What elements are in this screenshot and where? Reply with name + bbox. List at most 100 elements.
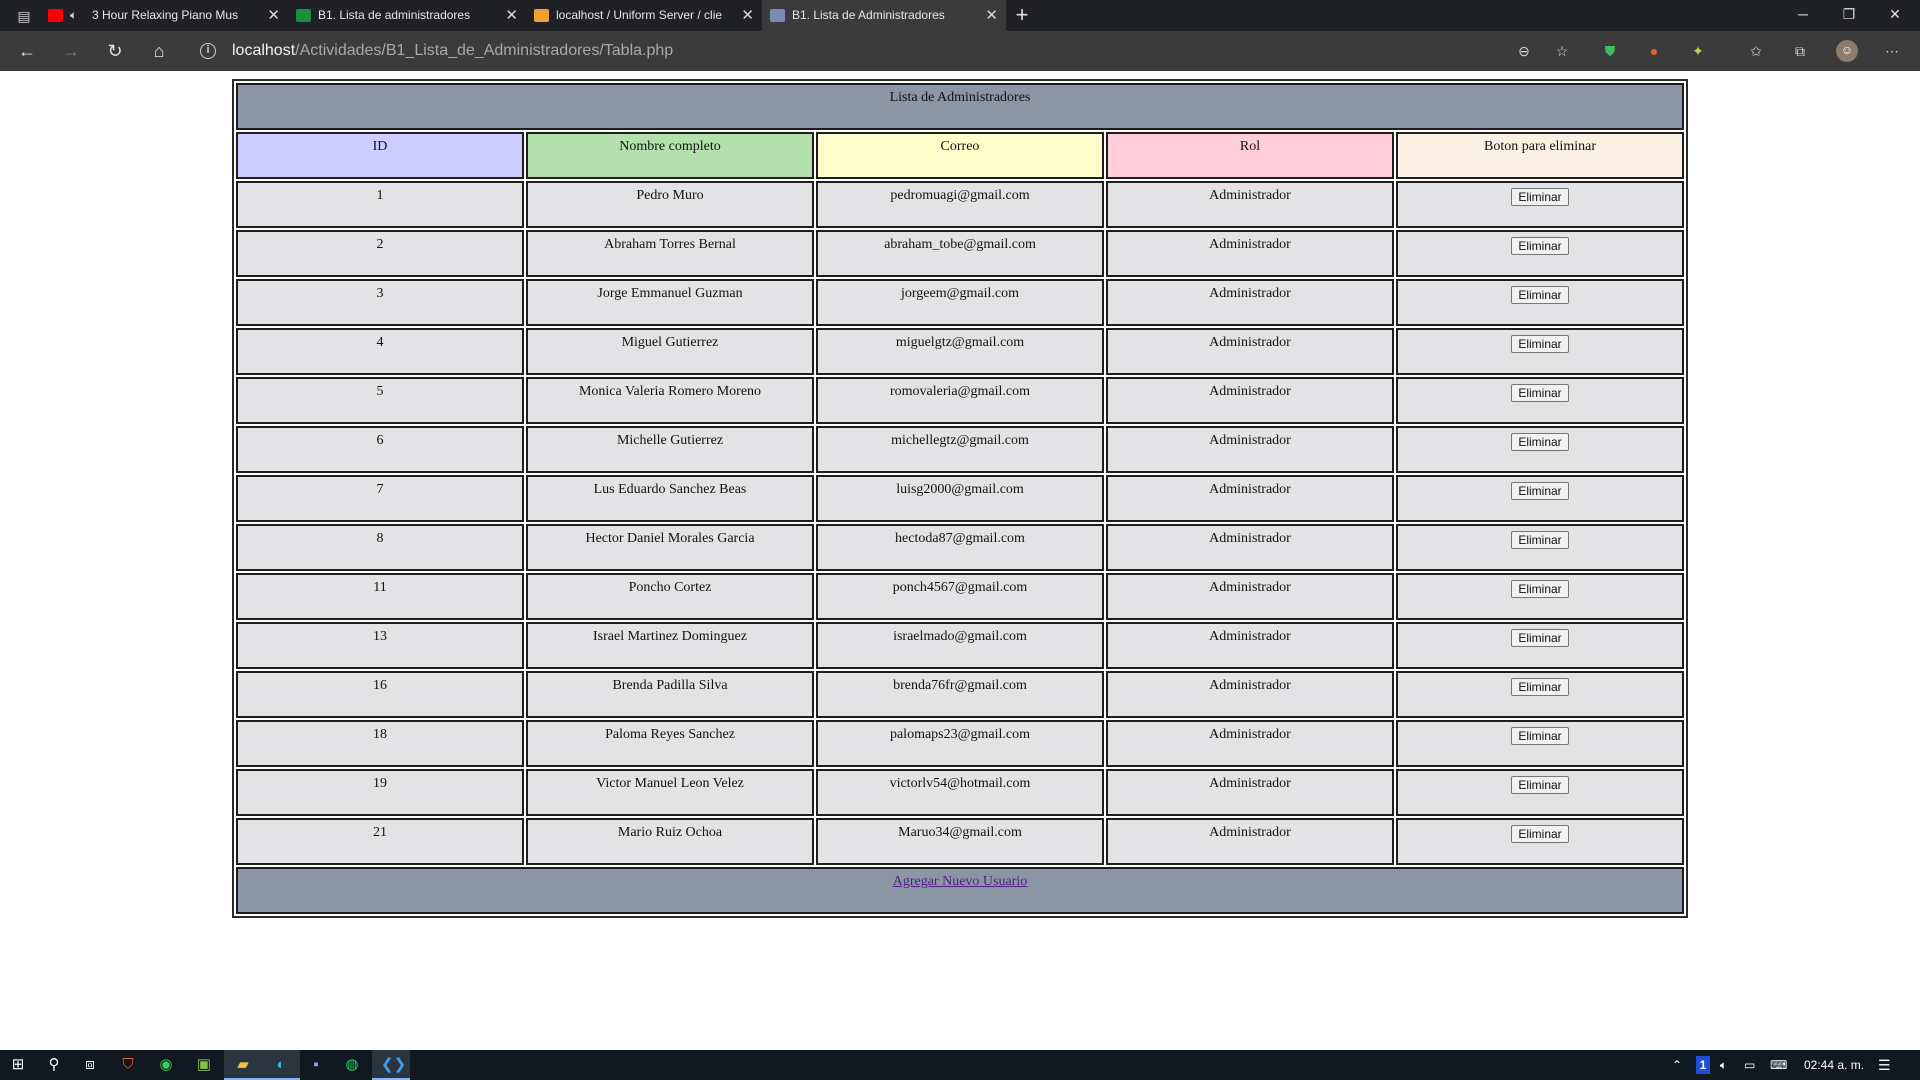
favorites-icon[interactable]: ✩ xyxy=(1746,41,1766,61)
cell-email: hectoda87@gmail.com xyxy=(816,524,1104,571)
tab-close-icon[interactable]: ✕ xyxy=(985,0,998,31)
shield-extension-icon[interactable]: ⛊ xyxy=(1600,41,1620,61)
new-tab-button[interactable]: + xyxy=(1010,0,1034,31)
search-icon[interactable]: ⚲ xyxy=(44,1055,64,1075)
url-text[interactable]: localhost/Actividades/B1_Lista_de_Admini… xyxy=(232,36,673,66)
delete-button[interactable]: Eliminar xyxy=(1511,531,1569,549)
delete-button[interactable]: Eliminar xyxy=(1511,384,1569,402)
forward-button[interactable]: → xyxy=(58,39,84,63)
cell-name: Jorge Emmanuel Guzman xyxy=(526,279,814,326)
delete-button[interactable]: Eliminar xyxy=(1511,482,1569,500)
delete-button[interactable]: Eliminar xyxy=(1511,286,1569,304)
browser-tab[interactable]: 🔈︎ 3 Hour Relaxing Piano Mus ✕ xyxy=(40,0,288,31)
tab-title: 3 Hour Relaxing Piano Mus xyxy=(92,8,239,22)
task-view-icon[interactable]: ⧈ xyxy=(80,1055,100,1075)
spotify-icon[interactable]: ◍ xyxy=(342,1055,362,1075)
cell-role: Administrador xyxy=(1106,524,1394,571)
cell-actions: Eliminar xyxy=(1396,671,1684,718)
discord-icon[interactable]: ▪ xyxy=(306,1055,326,1075)
cell-email: victorlv54@hotmail.com xyxy=(816,769,1104,816)
delete-button[interactable]: Eliminar xyxy=(1511,580,1569,598)
extension-puzzle-icon[interactable]: ✦ xyxy=(1688,41,1708,61)
app-icon[interactable]: ▣ xyxy=(194,1055,214,1075)
browser-tab[interactable]: localhost / Uniform Server / clie ✕ xyxy=(526,0,762,31)
table-caption-row: Lista de Administradores xyxy=(236,83,1684,130)
favorite-add-icon[interactable]: ☆ xyxy=(1552,41,1572,61)
minimize-button[interactable]: ─ xyxy=(1780,0,1826,31)
cell-email: ponch4567@gmail.com xyxy=(816,573,1104,620)
extension-icon[interactable]: ● xyxy=(1644,41,1664,61)
cell-actions: Eliminar xyxy=(1396,720,1684,767)
delete-button[interactable]: Eliminar xyxy=(1511,237,1569,255)
restore-button[interactable]: ❐ xyxy=(1826,0,1872,31)
add-user-link[interactable]: Agregar Nuevo Usuario xyxy=(893,874,1028,889)
column-header: ID xyxy=(236,132,524,179)
cell-email: palomaps23@gmail.com xyxy=(816,720,1104,767)
clock[interactable]: 02:44 a. m. xyxy=(1804,1050,1864,1080)
notifications-icon[interactable]: ☰ xyxy=(1878,1050,1891,1080)
tab-close-icon[interactable]: ✕ xyxy=(741,0,754,31)
home-button[interactable]: ⌂ xyxy=(146,39,172,63)
cell-role: Administrador xyxy=(1106,818,1394,865)
delete-button[interactable]: Eliminar xyxy=(1511,727,1569,745)
cell-name: Hector Daniel Morales Garcia xyxy=(526,524,814,571)
browser-tab[interactable]: B1. Lista de Administradores ✕ xyxy=(762,0,1006,31)
tab-title: B1. Lista de administradores xyxy=(318,8,471,22)
cell-id: 2 xyxy=(236,230,524,277)
delete-button[interactable]: Eliminar xyxy=(1511,629,1569,647)
tab-close-icon[interactable]: ✕ xyxy=(505,0,518,31)
profile-avatar[interactable]: ☺ xyxy=(1836,40,1858,62)
tab-close-icon[interactable]: ✕ xyxy=(267,0,280,31)
tab-actions-icon[interactable]: ▤ xyxy=(10,6,38,26)
back-button[interactable]: ← xyxy=(14,39,40,63)
brave-browser-icon[interactable]: ⛉ xyxy=(118,1055,138,1075)
file-explorer-icon[interactable]: ▰ xyxy=(233,1055,253,1075)
cell-name: Poncho Cortez xyxy=(526,573,814,620)
close-window-button[interactable]: ✕ xyxy=(1872,0,1918,31)
start-windows-icon[interactable]: ⊞ xyxy=(8,1055,28,1075)
cell-id: 16 xyxy=(236,671,524,718)
browser-tab[interactable]: B1. Lista de administradores ✕ xyxy=(288,0,526,31)
refresh-button[interactable]: ↻ xyxy=(102,39,128,63)
cell-name: Monica Valeria Romero Moreno xyxy=(526,377,814,424)
browser-tab-strip: ▤ 🔈︎ 3 Hour Relaxing Piano Mus ✕ B1. Lista … xyxy=(0,0,1920,31)
delete-button[interactable]: Eliminar xyxy=(1511,335,1569,353)
address-bar[interactable]: i localhost/Actividades/B1_Lista_de_Admi… xyxy=(190,36,1585,66)
more-menu-icon[interactable]: ⋯ xyxy=(1882,41,1902,61)
volume-icon[interactable]: 🔈︎ xyxy=(1720,1050,1727,1080)
delete-button[interactable]: Eliminar xyxy=(1511,678,1569,696)
cell-name: Israel Martinez Dominguez xyxy=(526,622,814,669)
delete-button[interactable]: Eliminar xyxy=(1511,776,1569,794)
collections-icon[interactable]: ⧉ xyxy=(1790,41,1810,61)
table-row: 7 Lus Eduardo Sanchez Beas luisg2000@gmail… xyxy=(236,475,1684,522)
table-row: 3 Jorge Emmanuel Guzman jorgeem@gmail.com A… xyxy=(236,279,1684,326)
keyboard-icon[interactable]: ⌨ xyxy=(1770,1050,1787,1080)
table-row: 2 Abraham Torres Bernal abraham_tobe@gmail… xyxy=(236,230,1684,277)
table-footer-row: Agregar Nuevo Usuario xyxy=(236,867,1684,914)
edge-browser-icon[interactable]: ◐ xyxy=(271,1055,291,1075)
cell-name: Michelle Gutierrez xyxy=(526,426,814,473)
network-icon[interactable]: ▭ xyxy=(1744,1050,1755,1080)
cell-role: Administrador xyxy=(1106,426,1394,473)
tray-chevron-icon[interactable]: ⌃ xyxy=(1672,1050,1682,1080)
site-info-icon[interactable]: i xyxy=(200,43,216,59)
page-content: Lista de Administradores ID Nombre comple… xyxy=(0,71,1920,1050)
cell-email: jorgeem@gmail.com xyxy=(816,279,1104,326)
cell-id: 18 xyxy=(236,720,524,767)
delete-button[interactable]: Eliminar xyxy=(1511,825,1569,843)
cell-id: 5 xyxy=(236,377,524,424)
cell-id: 1 xyxy=(236,181,524,228)
table-row: 11 Poncho Cortez ponch4567@gmail.com Admini… xyxy=(236,573,1684,620)
tab-audio-icon[interactable]: 🔈︎ xyxy=(70,0,77,31)
vscode-icon[interactable]: ❮❯ xyxy=(381,1055,406,1075)
zoom-out-icon[interactable]: ⊖ xyxy=(1514,41,1534,61)
whatsapp-icon[interactable]: ◉ xyxy=(156,1055,176,1075)
tab-title: localhost / Uniform Server / clie xyxy=(556,8,723,22)
delete-button[interactable]: Eliminar xyxy=(1511,433,1569,451)
cell-name: Miguel Gutierrez xyxy=(526,328,814,375)
tray-badge[interactable]: 1 xyxy=(1696,1056,1710,1074)
tab-favicon-icon xyxy=(770,9,785,22)
delete-button[interactable]: Eliminar xyxy=(1511,188,1569,206)
address-toolbar: ← → ↻ ⌂ i localhost/Actividades/B1_Lista… xyxy=(0,31,1920,71)
cell-role: Administrador xyxy=(1106,279,1394,326)
